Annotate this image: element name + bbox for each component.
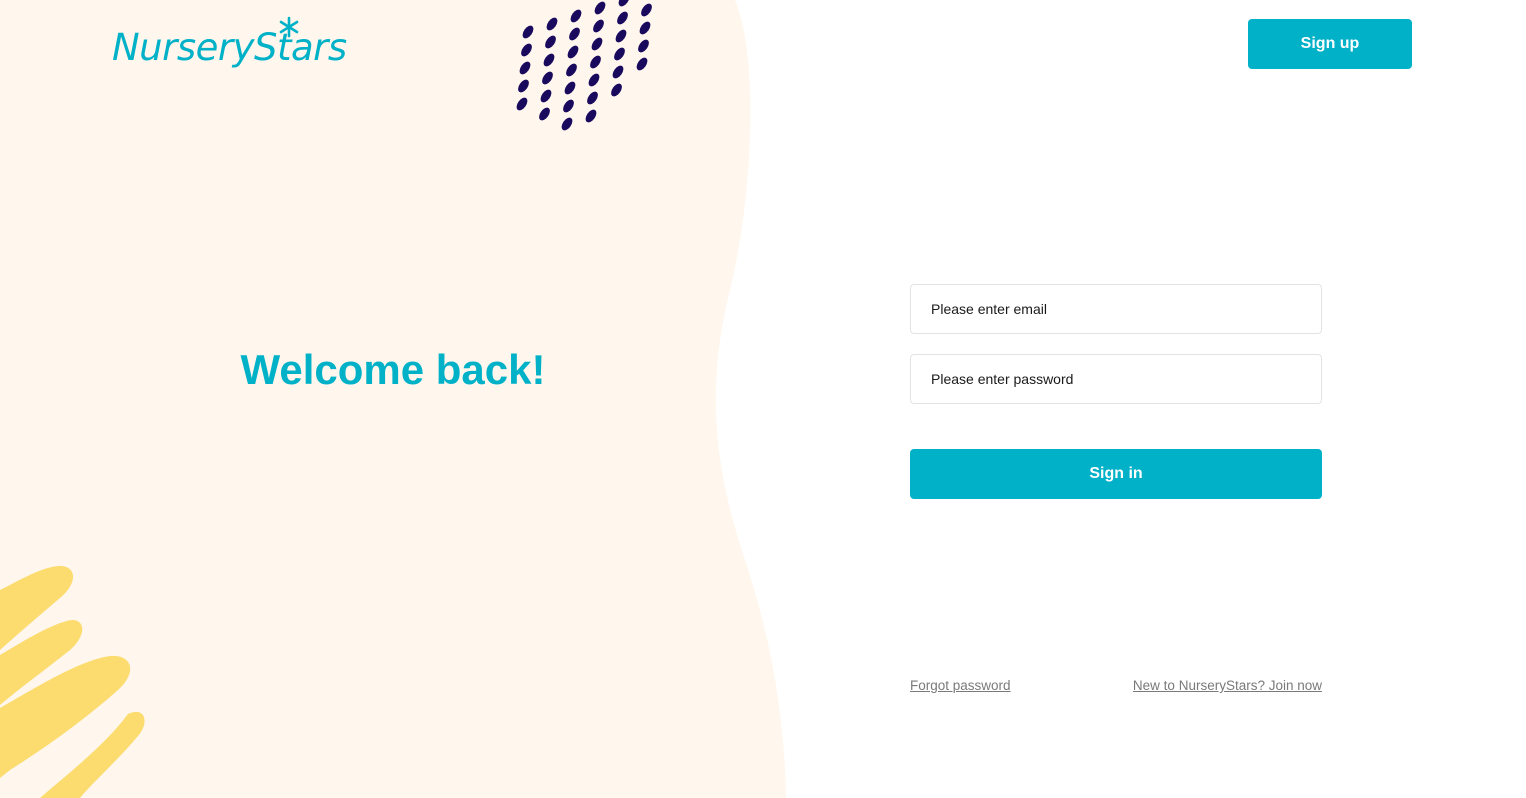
signin-button[interactable]: Sign in	[910, 449, 1322, 499]
login-page: NurseryStars Sign up Welcome back! Sign …	[0, 0, 1526, 798]
email-field[interactable]	[910, 284, 1322, 334]
nurserystars-logo[interactable]: NurseryStars	[112, 16, 347, 82]
join-now-link[interactable]: New to NurseryStars? Join now	[1133, 677, 1322, 695]
welcome-title: Welcome back!	[240, 346, 546, 393]
asterisk-star-icon	[279, 16, 299, 38]
logo-text: NurseryStars	[112, 26, 347, 69]
signup-button[interactable]: Sign up	[1248, 19, 1412, 69]
forgot-password-link[interactable]: Forgot password	[910, 677, 1011, 695]
password-field[interactable]	[910, 354, 1322, 404]
